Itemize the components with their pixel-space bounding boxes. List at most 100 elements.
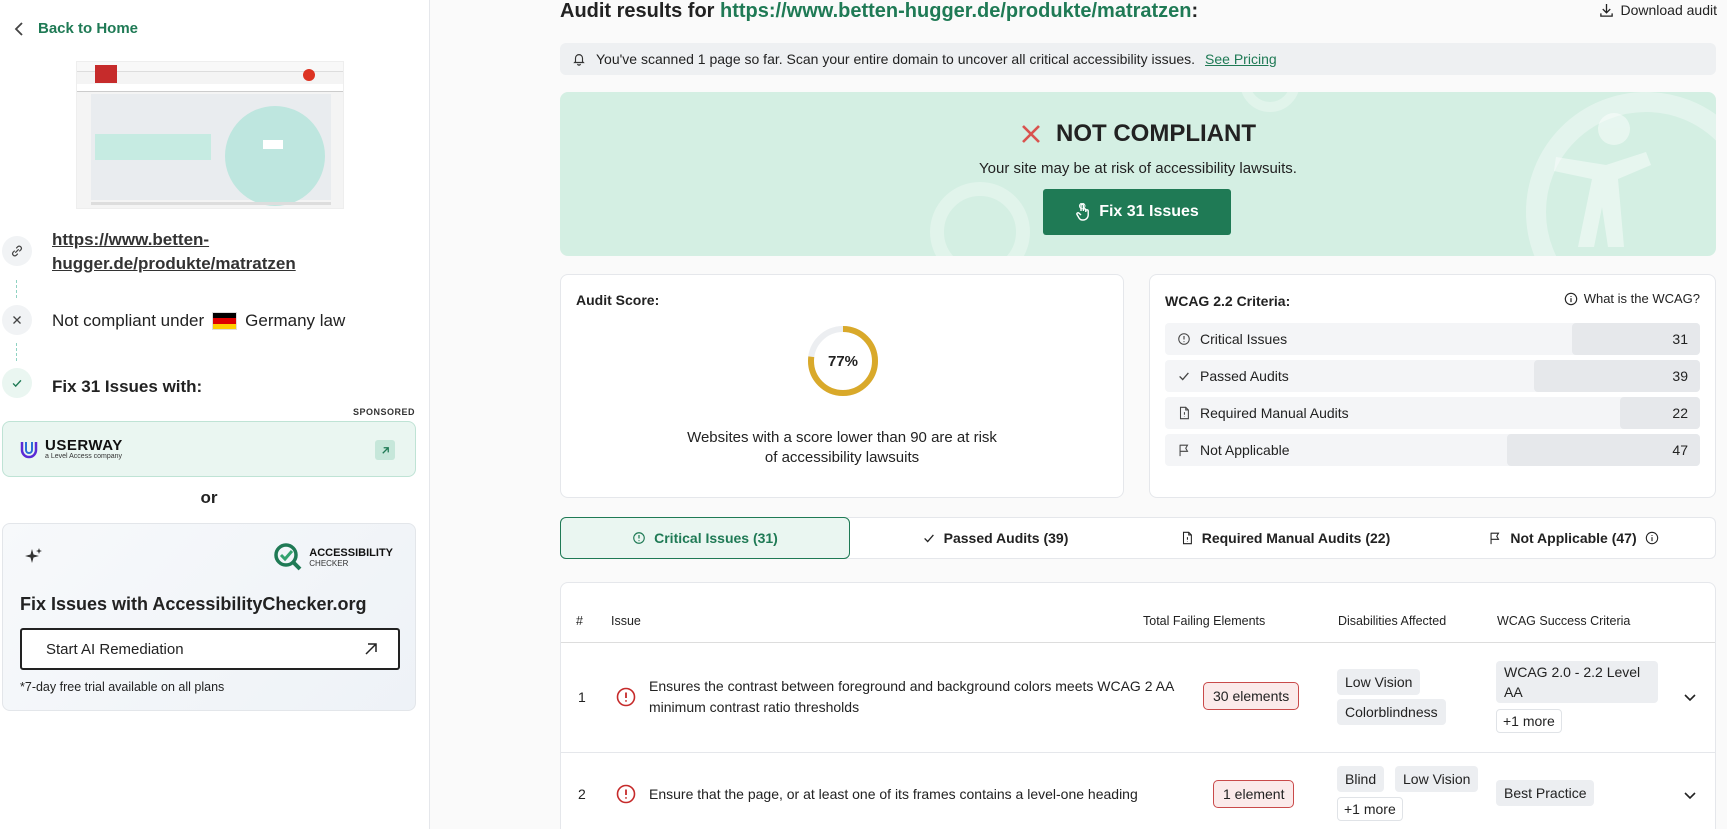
wcag-criteria-tag: WCAG 2.0 - 2.2 Level AA: [1496, 661, 1658, 703]
document-icon: [1179, 406, 1189, 420]
germany-flag-icon: [212, 312, 238, 330]
fix-issues-button[interactable]: Fix 31 Issues: [1043, 189, 1231, 235]
accessibility-checker-logo: ACCESSIBILITY CHECKER: [273, 542, 393, 572]
wcag-criteria-tag: Best Practice: [1496, 780, 1595, 806]
wcag-row-count: 31: [1672, 331, 1688, 347]
wcag-row-manual: Required Manual Audits 22: [1165, 397, 1700, 429]
issue-description: Ensure that the page, or at least one of…: [649, 786, 1138, 802]
start-ai-remediation-button[interactable]: Start AI Remediation: [20, 628, 400, 670]
info-icon: [1564, 292, 1577, 305]
bell-icon: [573, 54, 585, 66]
error-icon: [616, 687, 636, 707]
tab-label: Critical Issues (31): [654, 530, 778, 546]
wcag-row-label: Critical Issues: [1200, 331, 1288, 347]
column-header-failing-elements: Total Failing Elements: [1143, 614, 1266, 628]
disability-tag: Blind: [1337, 766, 1385, 792]
compliance-subtitle: Your site may be at risk of accessibilit…: [979, 160, 1297, 177]
failing-elements-badge: 30 elements: [1203, 682, 1300, 710]
tab-label: Passed Audits (39): [943, 530, 1069, 546]
flag-icon: [1179, 444, 1189, 457]
arrow-up-right-icon: [365, 643, 377, 655]
check-icon: [2, 368, 32, 398]
column-header-issue: Issue: [611, 614, 641, 628]
error-icon: [616, 784, 636, 804]
compliance-status-text: NOT COMPLIANT: [1056, 120, 1256, 147]
check-icon: [1179, 372, 1189, 381]
disability-tag: Low Vision: [1395, 766, 1479, 792]
scan-banner: You've scanned 1 page so far. Scan your …: [560, 43, 1716, 75]
wcag-row-label: Not Applicable: [1200, 442, 1290, 458]
userway-u-icon: [20, 442, 38, 459]
close-icon: [2, 305, 32, 335]
disability-tag: Low Vision: [1337, 669, 1421, 695]
tab-passed-audits[interactable]: Passed Audits (39): [850, 517, 1140, 559]
score-value: 77%: [827, 352, 859, 370]
title-url[interactable]: https://www.betten-hugger.de/produkte/ma…: [720, 0, 1192, 22]
info-icon[interactable]: [1645, 531, 1659, 545]
see-pricing-link[interactable]: See Pricing: [1205, 51, 1277, 67]
disability-tag: Colorblindness: [1337, 699, 1446, 725]
chevron-down-icon[interactable]: [1682, 787, 1698, 803]
wcag-row-count: 39: [1672, 368, 1688, 384]
compliance-law-status: Not compliant under Germany law: [52, 311, 345, 331]
document-icon: [1182, 531, 1192, 545]
wcag-row-passed: Passed Audits 39: [1165, 360, 1700, 392]
what-is-wcag-link[interactable]: What is the WCAG?: [1564, 291, 1700, 306]
audit-score-card: Audit Score: 77% Websites with a score l…: [560, 274, 1124, 498]
tab-required-manual-audits[interactable]: Required Manual Audits (22): [1140, 517, 1430, 559]
title-prefix: Audit results for: [560, 0, 715, 22]
tab-critical-issues[interactable]: Critical Issues (31): [560, 517, 850, 559]
back-to-home-link[interactable]: Back to Home: [14, 20, 138, 37]
wcag-row-count: 47: [1672, 442, 1688, 458]
accessibility-checker-logo-icon: [274, 543, 302, 571]
issue-tabs: Critical Issues (31) Passed Audits (39) …: [560, 517, 1716, 559]
alert-circle-icon: [633, 532, 645, 544]
banner-text: You've scanned 1 page so far. Scan your …: [596, 51, 1196, 67]
download-audit-label: Download audit: [1620, 2, 1717, 18]
userway-logo: USERWAY a Level Access company: [19, 438, 123, 460]
column-header-disabilities: Disabilities Affected: [1338, 614, 1447, 628]
download-audit-button[interactable]: Download audit: [1599, 2, 1717, 18]
site-url-link[interactable]: https://www.betten-hugger.de/produkte/ma…: [52, 228, 352, 276]
disabilities-more-button[interactable]: +1 more: [1337, 797, 1403, 821]
main-content: Audit results for https://www.betten-hug…: [431, 0, 1727, 829]
compliance-hero: NOT COMPLIANT Your site may be at risk o…: [560, 92, 1716, 256]
hand-pointer-icon: [1076, 203, 1090, 221]
wcag-row-label: Required Manual Audits: [1200, 405, 1349, 421]
what-is-wcag-label: What is the WCAG?: [1583, 291, 1700, 306]
sidebar: Back to Home https://www.betten-hugger.d…: [0, 0, 430, 829]
score-note: Websites with a score lower than 90 are …: [687, 429, 997, 466]
close-icon: [1022, 125, 1040, 143]
row-number: 2: [578, 786, 586, 802]
title-suffix: :: [1191, 0, 1199, 22]
download-icon: [1600, 3, 1614, 17]
issues-table: # Issue Total Failing Elements Disabilit…: [560, 582, 1716, 829]
law-country: Germany law: [245, 311, 346, 330]
issue-description: Ensures the contrast between foreground …: [649, 678, 1174, 715]
chevron-down-icon[interactable]: [1682, 689, 1698, 705]
sponsored-label: SPONSORED: [352, 407, 415, 417]
userway-sub: a Level Access company: [45, 453, 123, 460]
failing-elements-badge: 1 element: [1213, 780, 1295, 808]
external-link-icon[interactable]: [375, 440, 395, 460]
wcag-label: WCAG 2.2 Criteria:: [1165, 293, 1291, 309]
userway-card[interactable]: USERWAY a Level Access company: [2, 421, 416, 477]
alert-circle-icon: [1178, 333, 1190, 345]
fix-with-heading: Fix 31 Issues with:: [52, 377, 203, 396]
site-thumbnail: [76, 61, 344, 209]
back-to-home-label: Back to Home: [38, 20, 139, 37]
check-icon: [923, 534, 934, 543]
wcag-row-not-applicable: Not Applicable 47: [1165, 434, 1700, 466]
start-ai-remediation-label: Start AI Remediation: [46, 640, 184, 658]
flag-icon: [1490, 532, 1500, 545]
or-separator: or: [200, 488, 218, 507]
row-number: 1: [578, 689, 586, 705]
tab-not-applicable[interactable]: Not Applicable (47): [1430, 517, 1717, 559]
accessibility-checker-card: ACCESSIBILITY CHECKER Fix Issues with Ac…: [2, 523, 416, 711]
link-icon: [2, 236, 32, 266]
wcag-row-critical: Critical Issues 31: [1165, 323, 1700, 355]
page-title: Audit results for https://www.betten-hug…: [560, 0, 1198, 23]
column-header-wcag-criteria: WCAG Success Criteria: [1497, 614, 1631, 628]
criteria-more-button[interactable]: +1 more: [1496, 709, 1562, 733]
fix-issues-label: Fix 31 Issues: [1099, 203, 1199, 220]
